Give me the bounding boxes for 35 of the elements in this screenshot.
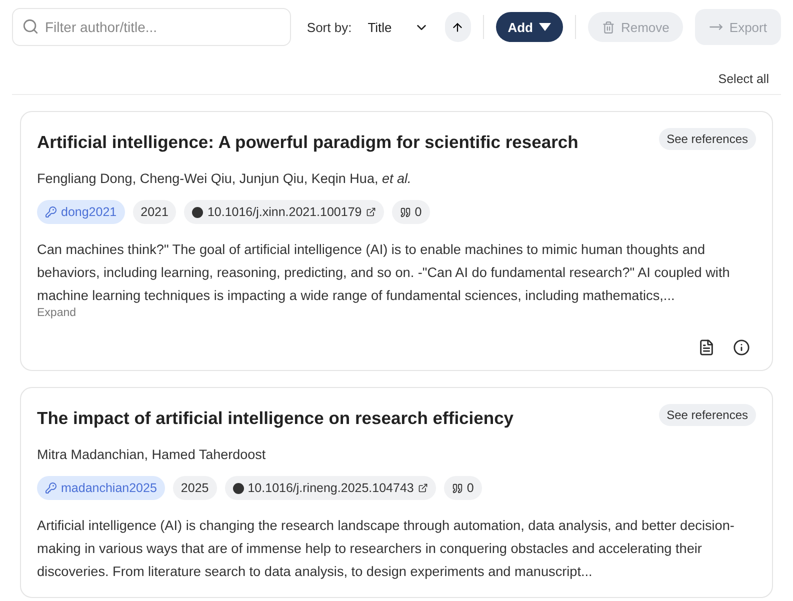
select-all-button[interactable]: Select all [718,72,769,86]
citation-key-tag[interactable]: madanchian2025 [37,476,165,500]
citation-count-tag: 0 [444,476,482,500]
trash-icon [602,20,615,34]
key-icon [45,482,57,494]
key-icon [45,206,57,218]
external-link-icon [418,483,428,493]
doi-link[interactable]: 10.1016/j.xinn.2021.100179 [184,200,384,224]
search-field[interactable]: Filter author/title... [12,8,291,46]
quote-icon [452,482,463,494]
pdf-file-icon[interactable] [698,339,715,356]
reference-title: The impact of artificial intelligence on research efficiency [37,407,514,429]
external-link-icon [366,207,376,217]
see-references-button[interactable]: See references [658,404,756,426]
expand-button[interactable]: Expand [37,307,76,319]
arrow-up-icon [451,20,464,34]
add-button[interactable]: Add [496,12,563,42]
quote-icon [400,206,411,218]
year-tag: 2021 [132,200,176,224]
doi-link[interactable]: 10.1016/j.rineng.2025.104743 [224,476,436,500]
reference-authors: Mitra Madanchian, Hamed Taherdoost [37,447,267,462]
year-tag: 2025 [172,476,217,500]
reference-authors: Fengliang Dong, Cheng-Wei Qiu, Junjun Qiu, Keqin Hua, et al. [37,171,412,186]
sort-dropdown[interactable]: Title [364,20,434,34]
reference-abstract: Artificial intelligence (AI) is changing the research landscape through automation, data analysis, and better decision-making in various ways that are of immense help to researchers in conquering obstacles and accelerating their discoveries. From literature search to data analysis, to design experiments and manuscript... [37,517,736,581]
reference-title: Artificial intelligence: A powerful paradigm for scientific research [37,131,578,153]
search-icon [22,18,39,35]
citation-count-tag: 0 [392,200,430,224]
citation-key-tag[interactable]: dong2021 [37,200,125,224]
reference-abstract: Can machines think?" The goal of artificial intelligence (AI) is to enable machines to mimic human thoughts and behaviors, including learning, reasoning, predicting, and so on. -"Can AI do fundamental research?" AI coupled with machine learning techniques is impacting a wide range of fundamental sciences, including mathematics,... [37,241,731,305]
info-icon[interactable] [733,339,750,356]
sort-label: Sort by: [306,20,352,34]
triangle-down-icon [539,23,551,31]
see-references-button[interactable]: See references [658,128,756,150]
sort-direction-button[interactable] [445,12,471,42]
